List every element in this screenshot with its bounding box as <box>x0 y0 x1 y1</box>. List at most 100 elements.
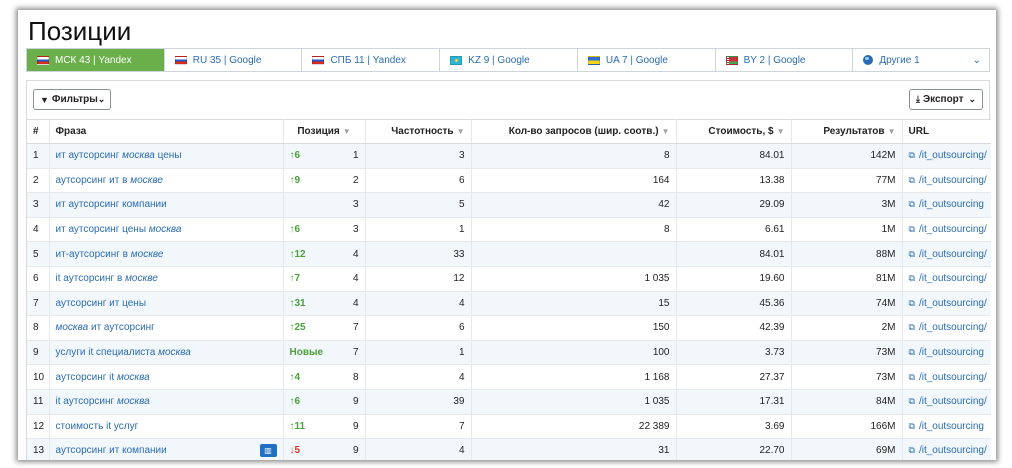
filters-button[interactable]: ▼ Фильтры ⌄ <box>33 89 111 110</box>
flag-kz-icon <box>450 55 463 65</box>
export-button[interactable]: ⤓ Экспорт ⌄ <box>909 89 983 110</box>
url-link[interactable]: ⧉/it_outsourcing/ <box>909 372 987 383</box>
phrase-link[interactable]: it аутсорсинг москва <box>56 396 150 407</box>
external-link-icon: ⧉ <box>908 322 915 333</box>
frequency-cell: 4 <box>365 364 472 390</box>
cost-cell: 3.73 <box>676 340 792 366</box>
position-value: 7 <box>352 347 359 359</box>
url-link[interactable]: ⧉/it_outsourcing/ <box>909 224 987 235</box>
phrase-link[interactable]: ит аутсорсинг москва цены <box>56 150 182 161</box>
url-cell: ⧉/it_outsourcing/ <box>902 266 991 292</box>
phrase-link[interactable]: москва ит аутсорсинг <box>56 322 155 333</box>
results-cell: 1M <box>791 217 903 243</box>
position-change: ↑7 <box>289 273 301 285</box>
header-phrase[interactable]: Фраза <box>49 119 284 144</box>
tab-3[interactable]: KZ 9 | Google <box>440 49 578 71</box>
position-cell: ↑6 9 <box>283 389 366 415</box>
position-value: 9 <box>352 445 359 457</box>
export-label: Экспорт <box>922 94 964 105</box>
position-change: ↑6 <box>289 396 301 408</box>
sort-arrow-icon: ▼ <box>776 127 785 136</box>
map-icon[interactable]: ▥ <box>259 444 277 458</box>
url-link[interactable]: ⧉/it_outsourcing/ <box>909 396 987 407</box>
tab-label: МСК 43 | Yandex <box>55 54 132 66</box>
phrase-link[interactable]: аутсорсинг ит компании <box>56 445 167 456</box>
position-cell: Новые 7 <box>283 340 366 366</box>
phrase-link[interactable]: it аутсорсинг в москве <box>56 273 158 284</box>
phrase-link[interactable]: аутсорсинг it москва <box>56 372 150 383</box>
phrase-link[interactable]: ит аутсорсинг цены москва <box>56 224 182 235</box>
tab-2[interactable]: СПБ 11 | Yandex <box>302 49 441 71</box>
url-cell: ⧉/it_outsourcing/ <box>902 438 991 460</box>
external-link-icon: ⧉ <box>908 297 915 308</box>
queries-cell: 31 <box>471 438 677 460</box>
external-link-icon: ⧉ <box>908 248 915 259</box>
frequency-cell: 5 <box>365 192 472 218</box>
tab-label: UA 7 | Google <box>605 54 668 66</box>
header-frequency[interactable]: Частотность ▼ <box>365 119 472 144</box>
url-link[interactable]: ⧉/it_outsourcing/ <box>909 249 987 260</box>
chevron-down-icon: ⌄ <box>97 94 106 104</box>
phrase-cell: ит аутсорсинг москва цены <box>49 143 284 169</box>
cost-cell: 3.69 <box>676 414 792 440</box>
external-link-icon: ⧉ <box>908 420 915 431</box>
tab-6[interactable]: Другие 1 ⌄ <box>853 49 989 71</box>
filters-label: Фильтры <box>51 94 98 105</box>
url-link[interactable]: ⧉/it_outsourcing/ <box>909 445 987 456</box>
header-url: URL <box>902 119 991 144</box>
url-cell: ⧉/it_outsourcing <box>902 192 991 218</box>
external-link-icon: ⧉ <box>908 150 915 161</box>
phrase-link[interactable]: стоимость it услуг <box>56 421 139 432</box>
url-link[interactable]: ⧉/it_outsourcing/ <box>909 175 987 186</box>
position-value: 4 <box>352 248 359 260</box>
globe-icon <box>863 55 874 65</box>
url-link[interactable]: ⧉/it_outsourcing/ <box>909 150 987 161</box>
header-results[interactable]: Результатов ▼ <box>791 119 903 144</box>
row-num: 10 <box>27 364 50 390</box>
phrase-link[interactable]: ит аутсорсинг компании <box>56 199 167 210</box>
url-link[interactable]: ⧉/it_outsourcing <box>909 347 984 358</box>
tab-4[interactable]: UA 7 | Google <box>578 49 716 71</box>
url-cell: ⧉/it_outsourcing <box>902 414 991 440</box>
tab-5[interactable]: BY 2 | Google <box>716 49 854 71</box>
position-cell: ↑12 4 <box>283 241 366 267</box>
url-link[interactable]: ⧉/it_outsourcing <box>909 199 984 210</box>
queries-cell: 150 <box>471 315 677 341</box>
table-row: 13 аутсорсинг ит компании ▥ ↓5 9 4 31 22… <box>27 438 991 460</box>
header-cost[interactable]: Стоимость, $ ▼ <box>676 119 792 144</box>
url-link[interactable]: ⧉/it_outsourcing/ <box>909 273 987 284</box>
frequency-cell: 4 <box>365 438 472 460</box>
queries-cell: 15 <box>471 291 677 317</box>
page-title: Позиции <box>28 16 132 46</box>
position-cell: ↑25 7 <box>283 315 366 341</box>
phrase-cell: ит-аутсорсинг в москве <box>49 241 284 267</box>
position-change: ↑4 <box>289 371 301 383</box>
url-cell: ⧉/it_outsourcing/ <box>902 291 991 317</box>
tab-0[interactable]: МСК 43 | Yandex <box>27 49 165 71</box>
row-num: 11 <box>27 389 50 415</box>
position-change: ↑11 <box>289 420 306 432</box>
tab-1[interactable]: RU 35 | Google <box>165 49 303 71</box>
cost-cell: 27.37 <box>676 364 792 390</box>
cost-cell: 6.61 <box>676 217 792 243</box>
phrase-cell: аутсорсинг ит цены <box>49 291 284 317</box>
header-position[interactable]: Позиция ▼ <box>283 119 366 144</box>
queries-cell: 164 <box>471 168 677 194</box>
tab-label: BY 2 | Google <box>743 54 806 66</box>
chevron-down-icon: ⌄ <box>968 94 976 104</box>
cost-cell: 13.38 <box>676 168 792 194</box>
phrase-link[interactable]: услуги it специалиста москва <box>56 347 191 358</box>
cost-cell: 42.39 <box>676 315 792 341</box>
header-queries[interactable]: Кол-во запросов (шир. соотв.) ▼ <box>471 119 677 144</box>
chevron-down-icon: ⌄ <box>972 54 982 66</box>
row-num: 3 <box>27 192 50 218</box>
url-link[interactable]: ⧉/it_outsourcing/ <box>909 298 987 309</box>
phrase-link[interactable]: ит-аутсорсинг в москве <box>56 249 164 260</box>
row-num: 9 <box>27 340 50 366</box>
table-row: 8 москва ит аутсорсинг ↑25 7 6 150 42.39… <box>27 315 991 341</box>
phrase-link[interactable]: аутсорсинг ит в москве <box>56 175 163 186</box>
url-link[interactable]: ⧉/it_outsourcing <box>909 421 984 432</box>
position-value: 3 <box>352 224 359 236</box>
phrase-link[interactable]: аутсорсинг ит цены <box>56 298 147 309</box>
url-link[interactable]: ⧉/it_outsourcing/ <box>909 322 987 333</box>
